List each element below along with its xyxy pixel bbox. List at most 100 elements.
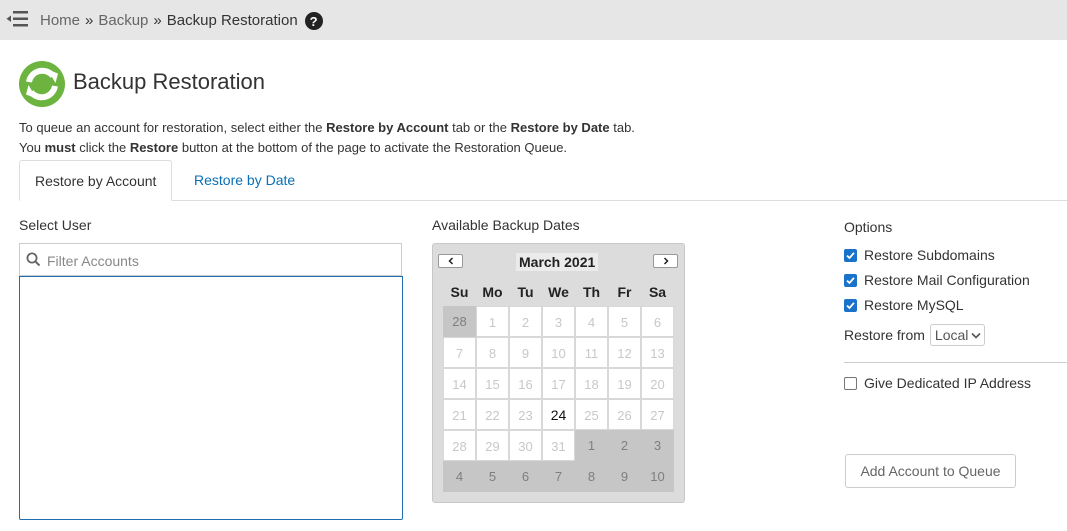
breadcrumb-separator: » <box>85 11 94 29</box>
restore-mail-configuration-option[interactable]: Restore Mail Configuration <box>844 270 1030 290</box>
restore-from-row: Restore from Local <box>844 324 986 346</box>
breadcrumb-backup[interactable]: Backup <box>98 12 148 29</box>
calendar-day: 8 <box>476 337 509 368</box>
calendar-day: 7 <box>443 337 476 368</box>
dedicated-ip-label: Give Dedicated IP Address <box>864 375 1032 391</box>
add-account-to-queue-button[interactable]: Add Account to Queue <box>845 454 1016 488</box>
restore-mail-configuration-checkbox[interactable] <box>844 273 857 287</box>
calendar-day: 29 <box>476 430 509 461</box>
restore-mail-configuration-label: Restore Mail Configuration <box>864 272 1030 288</box>
dedicated-ip-option[interactable]: Give Dedicated IP Address <box>844 373 1031 393</box>
chevron-down-icon <box>971 332 981 339</box>
user-list[interactable] <box>19 276 403 520</box>
calendar-day: 3 <box>542 306 575 337</box>
calendar-day: 8 <box>575 461 608 492</box>
checkmark-icon <box>846 251 855 259</box>
calendar-day: 15 <box>476 368 509 399</box>
calendar-weekday-header: Sa <box>648 284 667 300</box>
calendar-day: 10 <box>542 337 575 368</box>
calendar-day: 9 <box>509 337 542 368</box>
restore-subdomains-checkbox[interactable] <box>844 248 857 262</box>
calendar-day: 1 <box>575 430 608 461</box>
calendar-day: 6 <box>641 306 674 337</box>
tab-restore-by-date[interactable]: Restore by Date <box>179 160 310 201</box>
calendar-day: 1 <box>476 306 509 337</box>
filter-accounts-field <box>19 243 402 277</box>
calendar-day: 16 <box>509 368 542 399</box>
top-bar: Home » Backup » Backup Restoration ? <box>0 0 1067 40</box>
filter-accounts-input[interactable] <box>45 244 399 277</box>
dedicated-ip-checkbox[interactable] <box>844 376 857 390</box>
calendar-day: 19 <box>608 368 641 399</box>
chevron-right-icon <box>663 257 669 265</box>
breadcrumb: Home » Backup » Backup Restoration ? <box>40 10 323 30</box>
tabs-divider <box>19 200 1067 201</box>
options-divider <box>844 362 1067 363</box>
restore-mysql-option[interactable]: Restore MySQL <box>844 295 964 315</box>
calendar-day: 30 <box>509 430 542 461</box>
calendar-day: 23 <box>509 399 542 430</box>
calendar-month-title: March 2021 <box>516 253 599 271</box>
restore-from-label: Restore from <box>844 327 925 343</box>
calendar-day: 4 <box>575 306 608 337</box>
calendar-prev-button[interactable] <box>438 254 463 268</box>
calendar-day: 6 <box>509 461 542 492</box>
calendar-day: 7 <box>542 461 575 492</box>
calendar-weekday-header: Tu <box>517 284 534 300</box>
calendar-day: 25 <box>575 399 608 430</box>
calendar-day: 12 <box>608 337 641 368</box>
restore-from-select[interactable]: Local <box>929 324 986 346</box>
restore-subdomains-label: Restore Subdomains <box>864 247 995 263</box>
restore-mysql-label: Restore MySQL <box>864 297 964 313</box>
calendar-day: 4 <box>443 461 476 492</box>
restore-mysql-checkbox[interactable] <box>844 298 857 312</box>
checkmark-icon <box>846 301 855 309</box>
calendar-weekday-header: Fr <box>617 284 632 300</box>
calendar-weekday-header: Su <box>450 284 469 300</box>
breadcrumb-separator: » <box>153 11 162 29</box>
calendar-day: 21 <box>443 399 476 430</box>
calendar-day: 27 <box>641 399 674 430</box>
refresh-circle-icon <box>19 61 65 107</box>
calendar-weekday-header: Th <box>582 284 601 300</box>
calendar-day: 22 <box>476 399 509 430</box>
calendar-next-button[interactable] <box>653 254 678 268</box>
menu-toggle-icon[interactable] <box>5 9 29 29</box>
calendar-day: 31 <box>542 430 575 461</box>
calendar-weekday-header: We <box>548 284 569 300</box>
calendar-day: 3 <box>641 430 674 461</box>
search-icon <box>26 252 41 267</box>
breadcrumb-current: Backup Restoration <box>166 11 298 29</box>
select-user-label: Select User <box>19 217 92 233</box>
calendar-day: 2 <box>608 430 641 461</box>
help-icon[interactable]: ? <box>304 12 323 30</box>
page-title: Backup Restoration <box>73 69 265 94</box>
tab-restore-by-account[interactable]: Restore by Account <box>19 160 173 201</box>
calendar-day: 17 <box>542 368 575 399</box>
backup-date-calendar: March 2021 Su Mo Tu We Th Fr Sa 28 1 2 3 4 5 6 7 8 9 10 1… <box>432 243 685 503</box>
calendar-day: 14 <box>443 368 476 399</box>
calendar-day-available[interactable]: 24 <box>542 399 575 430</box>
breadcrumb-home[interactable]: Home <box>40 12 80 29</box>
calendar-day: 9 <box>608 461 641 492</box>
calendar-day: 28 <box>443 430 476 461</box>
options-label: Options <box>844 219 893 235</box>
calendar-day: 20 <box>641 368 674 399</box>
available-backup-dates-label: Available Backup Dates <box>432 217 580 233</box>
calendar-day: 2 <box>509 306 542 337</box>
restore-subdomains-option[interactable]: Restore Subdomains <box>844 245 995 265</box>
intro-line-1: To queue an account for restoration, sel… <box>19 120 635 135</box>
calendar-weekday-header: Mo <box>482 284 503 300</box>
intro-text: To queue an account for restoration, sel… <box>19 118 635 158</box>
calendar-day: 5 <box>608 306 641 337</box>
calendar-day: 5 <box>476 461 509 492</box>
calendar-day-grid: 28 1 2 3 4 5 6 7 8 9 10 11 12 13 14 15 16 17 18 19 20 21 22 23 2… <box>443 306 674 492</box>
calendar-day: 26 <box>608 399 641 430</box>
chevron-left-icon <box>447 257 453 265</box>
intro-line-2: You must click the Restore button at the… <box>19 140 568 155</box>
restore-from-value: Local <box>934 327 969 343</box>
calendar-day: 13 <box>641 337 674 368</box>
calendar-day: 10 <box>641 461 674 492</box>
calendar-day: 11 <box>575 337 608 368</box>
calendar-day: 28 <box>443 306 476 337</box>
